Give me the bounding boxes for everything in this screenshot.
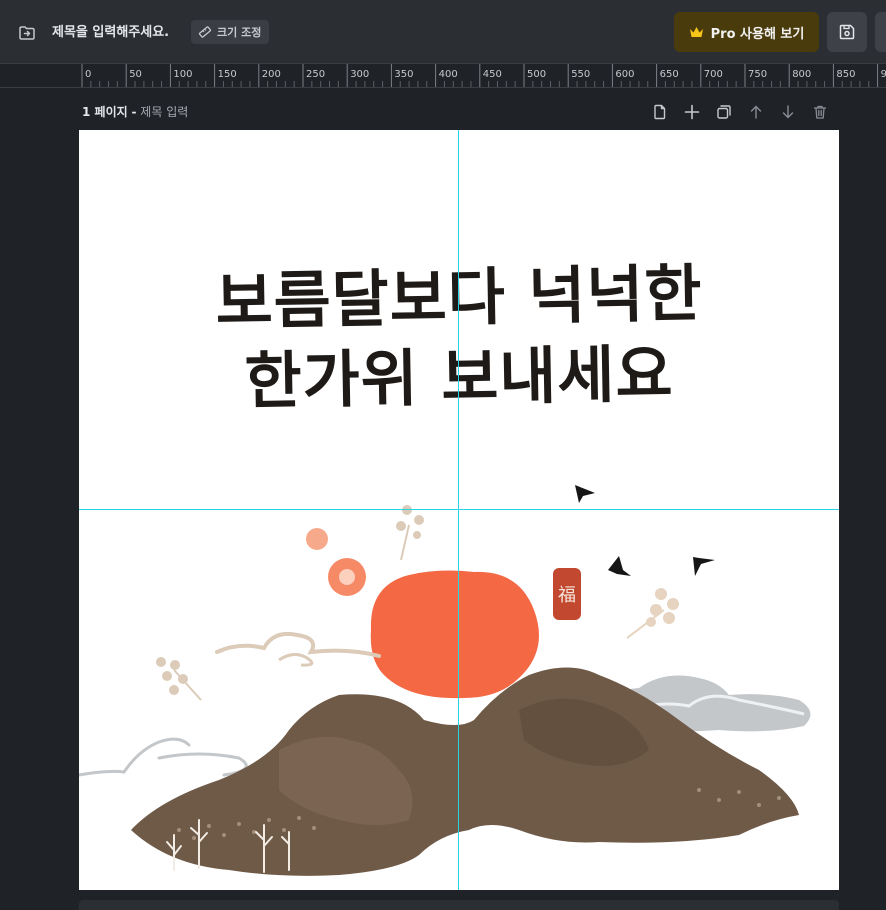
ruler-label: 750 [748,69,767,80]
ruler-label: 100 [173,69,192,80]
ruler-label: 850 [836,69,855,80]
left-cloud [215,631,381,658]
new-page-button[interactable] [648,100,672,124]
ruler-label: 650 [660,69,679,80]
red-sun [370,570,539,699]
ruler-scale: 0 50 100 150 200 250 300 350 400 450 500 550 600 650 7… [81,64,886,87]
next-page-strip[interactable] [79,900,839,910]
ruler-label: 150 [218,69,237,80]
chuseok-illustration[interactable] [79,130,839,890]
page-header: 1 페이지 - 제목 입력 [82,103,188,120]
ruler-label: 450 [483,69,502,80]
page-separator: - [131,105,137,119]
ruler-label: 300 [350,69,369,80]
try-pro-button[interactable]: Pro 사용해 보기 [674,12,819,52]
more-button[interactable] [875,12,886,52]
seal-stamp-text: 福 [558,585,576,606]
ruler-label: 250 [306,69,325,80]
dried-flower-left [156,657,188,695]
add-page-button[interactable] [680,100,704,124]
duplicate-page-button[interactable] [712,100,736,124]
exit-to-home-button[interactable] [14,20,40,46]
duplicate-icon [717,105,731,119]
trash-icon [813,105,827,119]
horizontal-ruler[interactable]: 0 50 100 150 200 250 300 350 400 450 500 550 600 650 7… [0,64,886,88]
ruler-label: 700 [704,69,723,80]
center-guide-horizontal [79,509,839,510]
ruler-label: 350 [394,69,413,80]
save-icon [839,24,855,40]
ruler-label: 550 [571,69,590,80]
ruler-label: 800 [792,69,811,80]
ruler-label: 200 [262,69,281,80]
dried-flower-top [396,505,424,539]
design-canvas[interactable]: 보름달보다 넉넉한 한가위 보내세요 福 [79,130,839,890]
page-toolbar [648,100,832,124]
crown-icon [689,27,703,37]
new-page-icon [654,104,666,120]
small-sun-dot [306,528,328,550]
move-page-down-button[interactable] [776,100,800,124]
left-wispy-cloud [79,737,248,777]
move-page-up-button[interactable] [744,100,768,124]
document-title[interactable]: 제목을 입력해주세요. [52,21,169,40]
headline-line-2: 한가위 보내세요 [243,337,675,418]
headline-line-1: 보름달보다 넉넉한 [214,256,704,339]
page-number: 1 페이지 [82,105,128,119]
bird-2 [608,556,631,576]
ruler-label: 900 [881,69,886,80]
ruler-label: 0 [85,69,91,80]
ruler-icon [198,26,212,38]
bird-3 [693,557,715,576]
bird-1 [575,485,595,503]
add-icon [684,104,700,120]
delete-page-button[interactable] [808,100,832,124]
arrow-down-icon [782,105,794,119]
arrow-up-icon [750,105,762,119]
ruler-label: 600 [615,69,634,80]
resize-label: 크기 조정 [217,26,262,39]
headline-text[interactable]: 보름달보다 넉넉한 한가위 보내세요 [79,257,839,418]
page-title-input[interactable]: 제목 입력 [140,105,188,119]
ruler-label: 400 [439,69,458,80]
ruler-label: 500 [527,69,546,80]
center-guide-vertical [458,130,459,890]
dried-flower-right [646,588,679,627]
save-button[interactable] [827,12,867,52]
folder-exit-icon [19,26,35,40]
resize-button[interactable]: 크기 조정 [191,20,270,44]
try-pro-label: Pro 사용해 보기 [710,26,805,42]
ruler-label: 50 [129,69,142,80]
top-toolbar: 제목을 입력해주세요. 크기 조정 Pro 사용해 보기 [0,0,886,64]
